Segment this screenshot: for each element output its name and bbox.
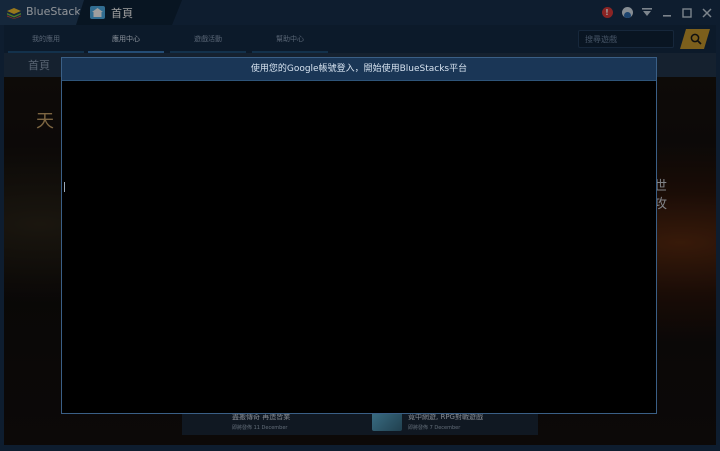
text-cursor (64, 182, 65, 192)
dialog-header: 使用您的Google帳號登入，開始使用BlueStacks平台 (62, 58, 656, 81)
dialog-title: 使用您的Google帳號登入，開始使用BlueStacks平台 (250, 64, 468, 74)
google-login-dialog[interactable]: 使用您的Google帳號登入，開始使用BlueStacks平台 (61, 57, 657, 414)
